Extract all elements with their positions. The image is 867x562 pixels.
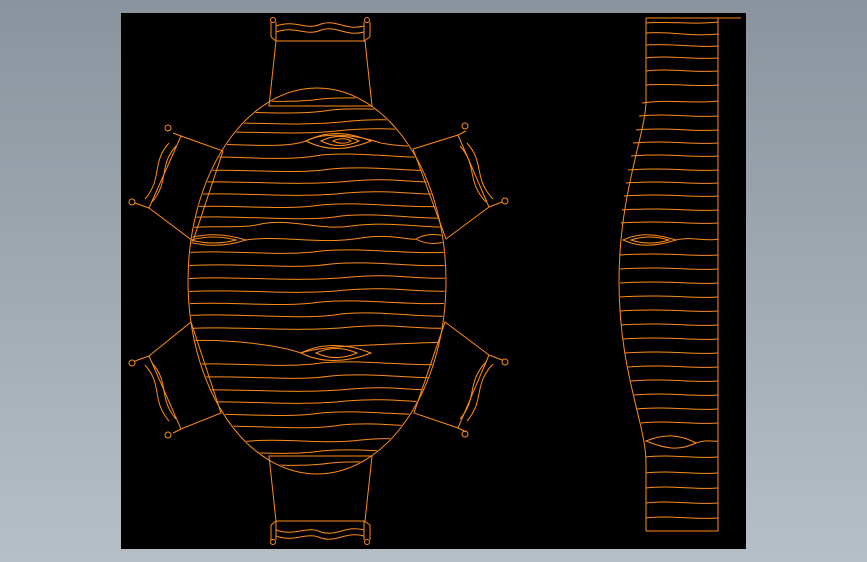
plan-view — [128, 17, 509, 545]
side-profile-edge — [618, 18, 647, 531]
side-view — [618, 17, 741, 532]
cad-viewport[interactable] — [121, 13, 746, 549]
cad-drawing — [128, 17, 741, 545]
chair-top — [268, 17, 373, 107]
table-top — [187, 87, 447, 475]
side-grain — [619, 21, 719, 519]
side-right-edge — [646, 18, 719, 532]
chair-lower-left — [128, 321, 222, 439]
chair-upper-left — [128, 124, 224, 242]
chair-bottom — [268, 455, 373, 545]
